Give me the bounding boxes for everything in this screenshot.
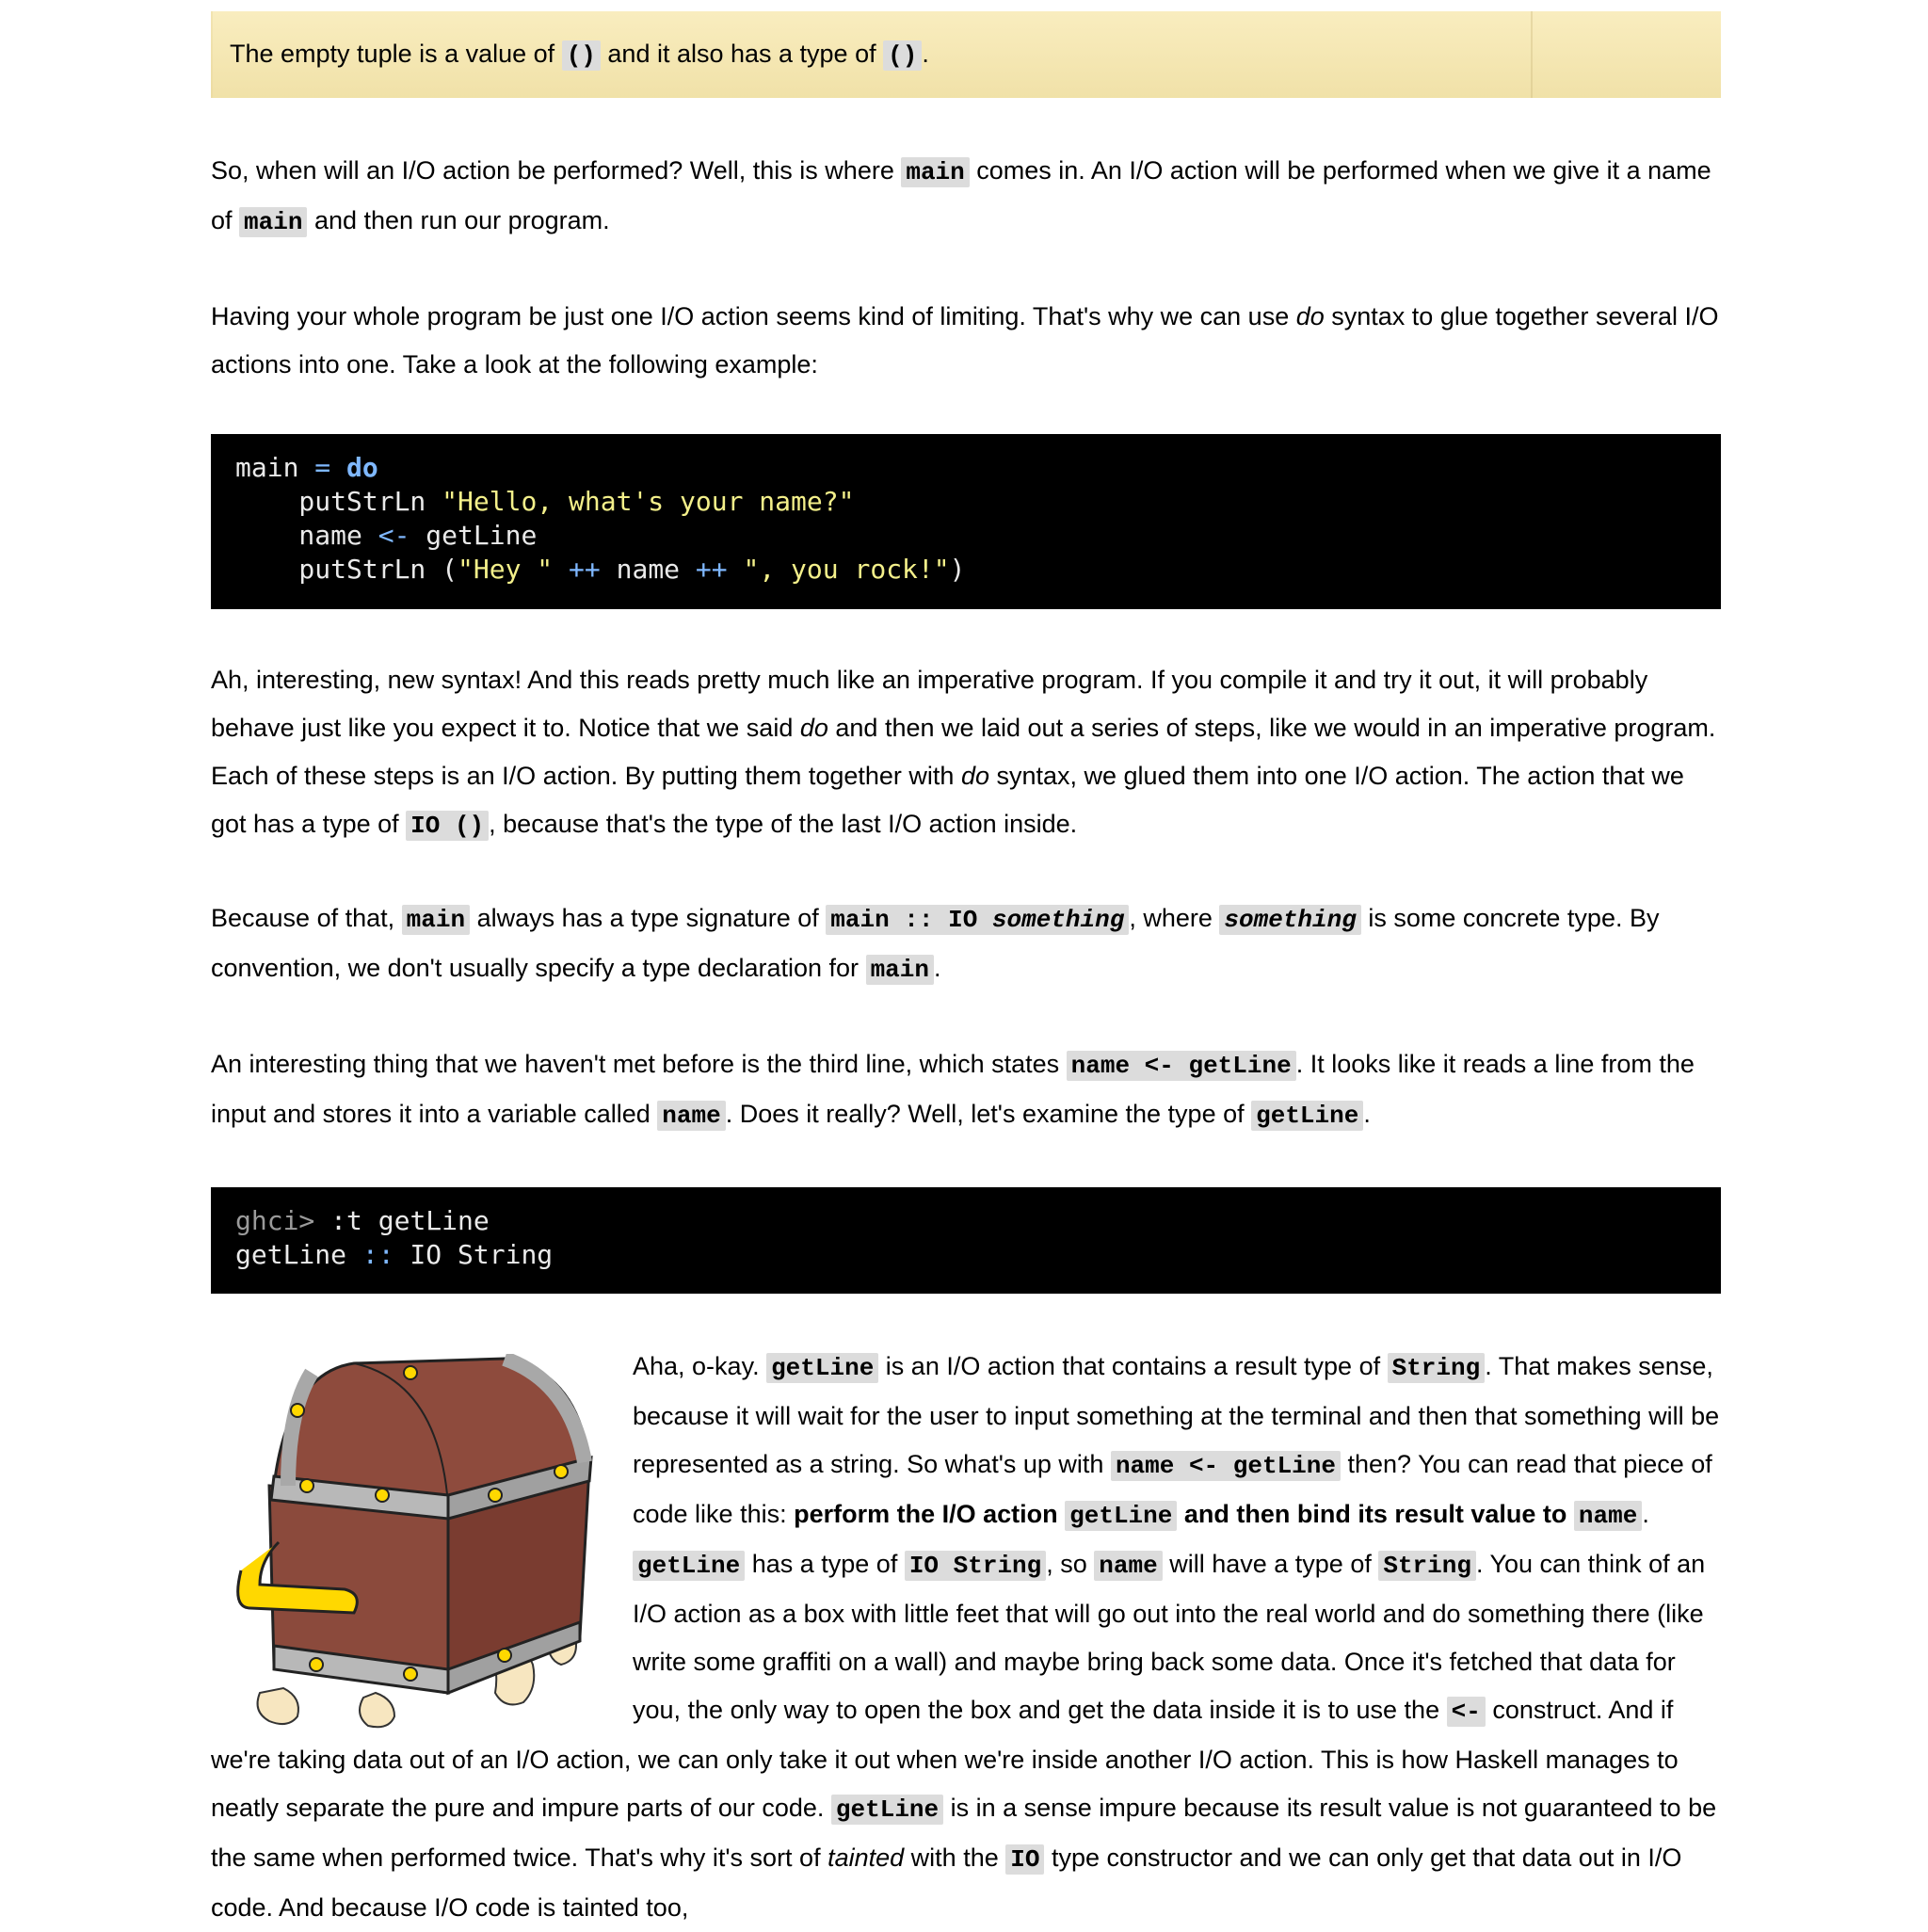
code-operator: =	[314, 452, 331, 483]
inline-code: name <- getLine	[1110, 1451, 1341, 1481]
code-token: IO String	[394, 1239, 554, 1270]
text: , where	[1129, 904, 1220, 932]
inline-code: main	[865, 955, 934, 985]
text: . Does it really? Well, let's examine th…	[725, 1100, 1252, 1128]
inline-code: getLine	[830, 1795, 944, 1825]
inline-code: IO ()	[406, 811, 490, 841]
code-token: main :: IO	[830, 906, 992, 934]
paragraph-getline-intro: An interesting thing that we haven't met…	[211, 1040, 1721, 1140]
text: is an I/O action that contains a result …	[878, 1352, 1388, 1380]
inline-code: String	[1387, 1353, 1486, 1383]
text: .	[922, 40, 929, 68]
paragraph-main-signature: Because of that, main always has a type …	[211, 894, 1721, 994]
emphasis: do	[1295, 302, 1325, 330]
text: and it also has a type of	[600, 40, 884, 68]
text: perform the I/O action	[794, 1500, 1066, 1528]
paragraph-interesting-syntax: Ah, interesting, new syntax! And this re…	[211, 656, 1721, 850]
inline-code: IO	[1005, 1844, 1045, 1875]
text: and then run our program.	[307, 206, 610, 234]
inline-code: getLine	[1065, 1501, 1178, 1531]
text: and then bind its result value to	[1177, 1500, 1574, 1528]
text: , so	[1046, 1550, 1095, 1578]
hint-text: The empty tuple is a value of () and it …	[230, 40, 929, 71]
code-string: "Hey "	[458, 554, 554, 585]
code-block-main-example: main = do putStrLn "Hello, what's your n…	[211, 434, 1721, 609]
text: The empty tuple is a value of	[230, 40, 562, 68]
inline-code: String	[1378, 1551, 1476, 1581]
text: .	[1642, 1500, 1649, 1528]
ghci-prompt: ghci>	[235, 1205, 315, 1236]
paragraph-do-syntax: Having your whole program be just one I/…	[211, 293, 1721, 389]
code-token-italic: something	[1224, 906, 1357, 934]
inline-code: main :: IO something	[826, 905, 1130, 935]
code-operator: ++	[695, 554, 728, 585]
text: with the	[904, 1843, 1006, 1872]
emphasis: tainted	[827, 1843, 905, 1872]
inline-code: main	[239, 207, 308, 237]
code-operator: <-	[378, 520, 410, 551]
text: Because of that,	[211, 904, 402, 932]
code-token: putStrLn (	[235, 554, 458, 585]
inline-code: ()	[883, 40, 923, 71]
inline-code: something	[1219, 905, 1361, 935]
inline-code: name	[1094, 1551, 1163, 1581]
text: always has a type signature of	[470, 904, 827, 932]
code-token: getLine	[235, 1239, 362, 1270]
inline-code: getLine	[1251, 1101, 1364, 1131]
code-token: name	[600, 554, 696, 585]
code-token: )	[949, 554, 966, 585]
code-token: putStrLn	[235, 486, 442, 517]
paragraph-getline-explanation: Aha, o-kay. getLine is an I/O action tha…	[211, 1343, 1721, 1932]
code-token: name	[235, 520, 378, 551]
hint-box: The empty tuple is a value of () and it …	[211, 11, 1721, 98]
code-operator: ++	[569, 554, 601, 585]
code-keyword: do	[346, 452, 378, 483]
text: .	[933, 954, 941, 982]
image-float-spacer	[211, 1343, 633, 1727]
text: An interesting thing that we haven't met…	[211, 1050, 1067, 1078]
text: will have a type of	[1162, 1550, 1379, 1578]
emphasis: do	[799, 714, 828, 742]
paper-texture	[1531, 11, 1533, 98]
code-string: "Hello, what's your name?"	[442, 486, 855, 517]
inline-code: getLine	[633, 1551, 746, 1581]
text: .	[1363, 1100, 1371, 1128]
code-block-ghci-getline: ghci> :t getLine getLine :: IO String	[211, 1187, 1721, 1294]
inline-code: main	[901, 157, 970, 187]
inline-code: <-	[1446, 1697, 1486, 1727]
text: , because that's the type of the last I/…	[489, 810, 1078, 838]
paragraph-main-action: So, when will an I/O action be performed…	[211, 147, 1721, 247]
text: has a type of	[745, 1550, 905, 1578]
text: Aha, o-kay.	[633, 1352, 767, 1380]
emphasis: do	[960, 762, 989, 790]
inline-code: name	[657, 1101, 726, 1131]
inline-code: ()	[561, 40, 601, 71]
text: Having your whole program be just one I/…	[211, 302, 1296, 330]
code-token: main	[235, 452, 315, 483]
inline-code: name <- getLine	[1066, 1051, 1296, 1081]
text: So, when will an I/O action be performed…	[211, 156, 902, 185]
inline-code: getLine	[766, 1353, 879, 1383]
code-operator: ::	[362, 1239, 394, 1270]
bold-text: perform the I/O action getLine and then …	[794, 1500, 1643, 1531]
code-token: :t getLine	[314, 1205, 490, 1236]
inline-code: main	[401, 905, 471, 935]
code-string: ", you rock!"	[743, 554, 950, 585]
inline-code: IO String	[904, 1551, 1047, 1581]
inline-code: name	[1573, 1501, 1643, 1531]
code-token-italic: something	[991, 906, 1125, 934]
code-token: getLine	[410, 520, 538, 551]
